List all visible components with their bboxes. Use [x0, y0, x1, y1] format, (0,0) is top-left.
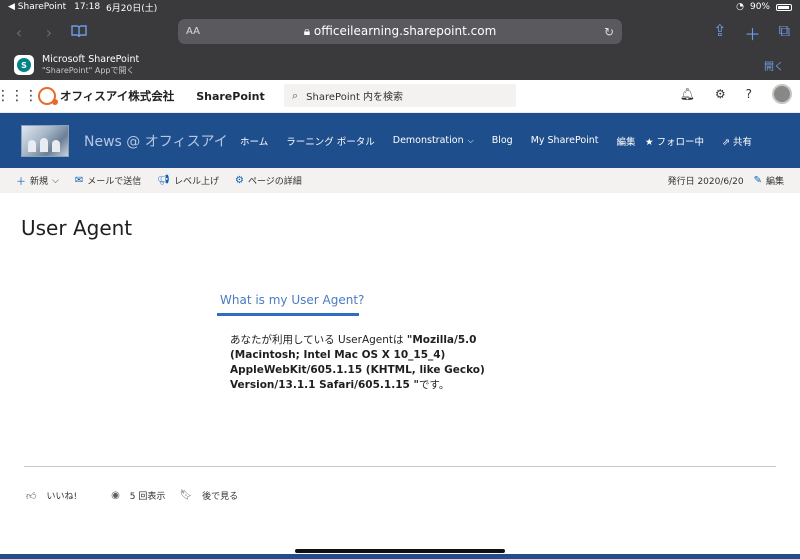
open-app-button[interactable]: 開く — [764, 58, 784, 73]
notifications-bell-icon[interactable]: 🔔︎ — [680, 87, 695, 101]
ua-suffix: です。 — [418, 379, 450, 391]
battery-percent: 90% — [749, 2, 770, 12]
reload-icon[interactable]: ↻ — [604, 25, 614, 39]
mail-icon: ✉ — [74, 175, 84, 186]
app-banner-subtitle: "SharePoint" Appで開く — [42, 66, 135, 75]
share-site-button[interactable]: ⇗ 共有 — [722, 134, 752, 148]
forward-arrow-icon[interactable]: › — [34, 23, 64, 42]
settings-gear-icon[interactable]: ⚙ — [715, 87, 726, 101]
org-logo-icon — [38, 87, 58, 105]
text-size-button[interactable]: AA — [186, 26, 200, 37]
avatar[interactable] — [772, 84, 792, 104]
lock-icon: 🔒︎ — [303, 24, 314, 38]
command-bar: ＋ 新規 ⌵ ✉ メールで送信 📢︎ レベル上げ ⚙ ページの詳細 発行日 2020/6/… — [0, 168, 800, 193]
like-button[interactable]: 👍︎ いいね! — [26, 489, 78, 503]
smart-app-banner: S Microsoft SharePoint "SharePoint" Appで… — [0, 50, 800, 80]
wifi-icon: ◔ — [736, 2, 744, 12]
app-banner-title: Microsoft SharePoint — [42, 54, 140, 65]
bottom-strip — [0, 554, 800, 559]
follow-label: フォロー中 — [656, 136, 704, 148]
url-value: officeilearning.sharepoint.com — [313, 24, 497, 38]
safari-toolbar: ‹ › AA 🔒︎ officeilearning.sharepoint.com… — [0, 14, 800, 50]
promote-label: レベル上げ — [173, 177, 219, 187]
battery-icon — [776, 3, 792, 11]
site-navigation: ホーム ラーニング ポータル Demonstration ⌵ Blog My Sh… — [240, 113, 636, 168]
status-date: 6月20日(土) — [106, 3, 158, 14]
address-bar[interactable]: AA 🔒︎ officeilearning.sharepoint.com ↻ — [178, 19, 622, 44]
back-to-app[interactable]: ◀ SharePoint — [8, 2, 66, 12]
sharepoint-brand-link[interactable]: SharePoint — [196, 90, 265, 103]
share-arrow-icon: ⇗ — [722, 136, 733, 148]
page-details-button[interactable]: ⚙ ページの詳細 — [235, 174, 302, 187]
view-count: ◉ 5 回表示 — [111, 489, 165, 502]
follow-button[interactable]: ★ フォロー中 — [645, 134, 704, 148]
like-label: いいね! — [46, 492, 78, 502]
save-for-later-button[interactable]: 🔖︎ 後で見る — [179, 489, 238, 502]
page-title: User Agent — [21, 216, 133, 240]
edit-label: 編集 — [765, 177, 784, 187]
share-icon[interactable]: ⇪ — [713, 21, 726, 45]
plus-icon: ＋ — [16, 177, 26, 188]
help-icon[interactable]: ? — [746, 87, 752, 101]
site-logo-image[interactable] — [21, 124, 69, 157]
new-label: 新規 — [30, 177, 49, 187]
org-name: オフィスアイ株式会社 — [60, 89, 175, 103]
url-text: 🔒︎ officeilearning.sharepoint.com — [178, 24, 622, 39]
site-header: News @ オフィスアイ ホーム ラーニング ポータル Demonstrati… — [0, 113, 800, 168]
app-launcher-icon[interactable]: ⋮⋮⋮ — [0, 88, 38, 104]
email-label: メールで送信 — [87, 177, 142, 187]
status-time: 17:18 — [74, 2, 101, 12]
views-label: 5 回表示 — [129, 492, 166, 502]
details-label: ページの詳細 — [247, 177, 302, 187]
section-heading: What is my User Agent? — [220, 293, 365, 307]
content-divider — [24, 466, 776, 467]
chevron-down-icon: ⌵ — [52, 175, 59, 186]
star-icon: ★ — [644, 136, 657, 148]
social-bar: 👍︎ いいね! ◉ 5 回表示 🔖︎ 後で見る — [26, 489, 252, 502]
user-agent-text: あなたが利用している UserAgentは "Mozilla/5.0 (Maci… — [230, 333, 490, 393]
site-title[interactable]: News @ オフィスアイ — [84, 131, 228, 151]
ua-prefix: あなたが利用している UserAgentは — [230, 334, 407, 346]
edit-page-button[interactable]: ✎ 編集 — [754, 174, 784, 187]
ios-status-bar: ◀ SharePoint 17:18 6月20日(土) ◔ 90% — [0, 0, 800, 14]
share-label: 共有 — [732, 136, 752, 148]
nav-item-my-sharepoint[interactable]: My SharePoint — [531, 135, 599, 146]
back-arrow-icon[interactable]: ‹ — [4, 23, 34, 42]
promote-button[interactable]: 📢︎ レベル上げ — [157, 174, 219, 187]
nav-item-demonstration[interactable]: Demonstration ⌵ — [393, 135, 474, 146]
tabs-icon[interactable]: ⧉ — [779, 21, 790, 45]
nav-item-demonstration-label: Demonstration — [392, 135, 464, 146]
gear-icon: ⚙ — [234, 175, 244, 186]
suite-bar: ⋮⋮⋮ オフィスアイ株式会社 SharePoint ⌕ SharePoint 内… — [0, 80, 800, 113]
pencil-icon: ✎ — [753, 175, 762, 186]
thumbs-up-icon: 👍︎ — [26, 490, 37, 502]
megaphone-icon: 📢︎ — [157, 175, 170, 186]
nav-item-home[interactable]: ホーム — [240, 134, 268, 148]
new-tab-icon[interactable]: ＋ — [745, 21, 761, 45]
bookmarks-icon[interactable] — [64, 23, 94, 42]
org-logo[interactable]: オフィスアイ株式会社 — [38, 87, 174, 105]
nav-edit-link[interactable]: 編集 — [617, 134, 636, 148]
home-indicator[interactable] — [295, 549, 505, 553]
search-icon: ⌕ — [292, 88, 299, 102]
chevron-down-icon: ⌵ — [467, 136, 474, 145]
published-date: 発行日 2020/6/20 — [667, 177, 744, 187]
bookmark-icon: 🔖︎ — [179, 490, 193, 501]
search-input[interactable]: ⌕ SharePoint 内を検索 — [284, 84, 516, 107]
sharepoint-app-icon: S — [14, 55, 34, 75]
search-placeholder: SharePoint 内を検索 — [306, 92, 404, 103]
heading-underline — [217, 313, 359, 316]
eye-icon: ◉ — [111, 490, 120, 501]
nav-item-learning-portal[interactable]: ラーニング ポータル — [286, 134, 375, 148]
nav-item-blog[interactable]: Blog — [492, 135, 513, 146]
new-button[interactable]: ＋ 新規 ⌵ — [16, 173, 59, 189]
save-label: 後で見る — [202, 492, 239, 502]
send-email-button[interactable]: ✉ メールで送信 — [75, 174, 141, 187]
